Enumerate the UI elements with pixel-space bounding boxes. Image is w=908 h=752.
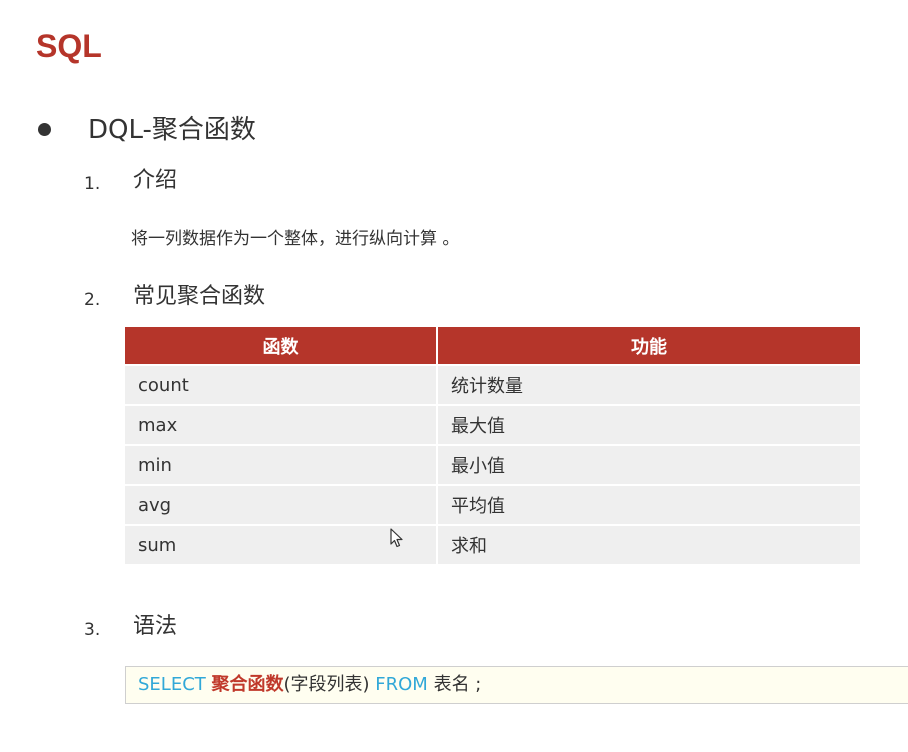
table-cell-feature: 最大值 xyxy=(438,406,860,446)
table-cell-function: max xyxy=(125,406,438,446)
table-header-feature: 功能 xyxy=(438,327,860,366)
item-number-1: 1. xyxy=(84,174,101,194)
table-cell-function: min xyxy=(125,446,438,486)
table-row: count 统计数量 xyxy=(125,366,860,406)
item-number-2: 2. xyxy=(84,290,101,310)
syntax-field-list: (字段列表) xyxy=(283,674,370,695)
bullet-dot-icon xyxy=(38,123,51,136)
table-row: min 最小值 xyxy=(125,446,860,486)
syntax-code-block: SELECT 聚合函数(字段列表) FROM 表名 ; xyxy=(125,666,908,704)
page-title: SQL xyxy=(36,28,102,64)
table-cell-feature: 最小值 xyxy=(438,446,860,486)
intro-description: 将一列数据作为一个整体，进行纵向计算 。 xyxy=(131,229,460,249)
table-row: max 最大值 xyxy=(125,406,860,446)
syntax-from-keyword: FROM xyxy=(375,674,428,695)
item-heading-functions: 常见聚合函数 xyxy=(133,284,266,309)
section-title: DQL-聚合函数 xyxy=(88,115,256,145)
table-row: avg 平均值 xyxy=(125,486,860,526)
table-cell-function: avg xyxy=(125,486,438,526)
table-cell-feature: 统计数量 xyxy=(438,366,860,406)
table-header-function: 函数 xyxy=(125,327,438,366)
table-cell-function: count xyxy=(125,366,438,406)
syntax-select-keyword: SELECT xyxy=(138,674,206,695)
table-header-row: 函数 功能 xyxy=(125,327,860,366)
aggregate-functions-table: 函数 功能 count 统计数量 max 最大值 min 最小值 avg 平均值… xyxy=(125,327,860,566)
table-cell-feature: 平均值 xyxy=(438,486,860,526)
syntax-aggregate-function: 聚合函数 xyxy=(211,674,284,695)
item-number-3: 3. xyxy=(84,620,101,640)
item-heading-intro: 介绍 xyxy=(133,168,178,193)
item-heading-syntax: 语法 xyxy=(133,614,178,639)
syntax-table-name: 表名 ; xyxy=(433,674,482,695)
mouse-pointer-icon xyxy=(390,528,403,548)
table-cell-feature: 求和 xyxy=(438,526,860,566)
table-row: sum 求和 xyxy=(125,526,860,566)
